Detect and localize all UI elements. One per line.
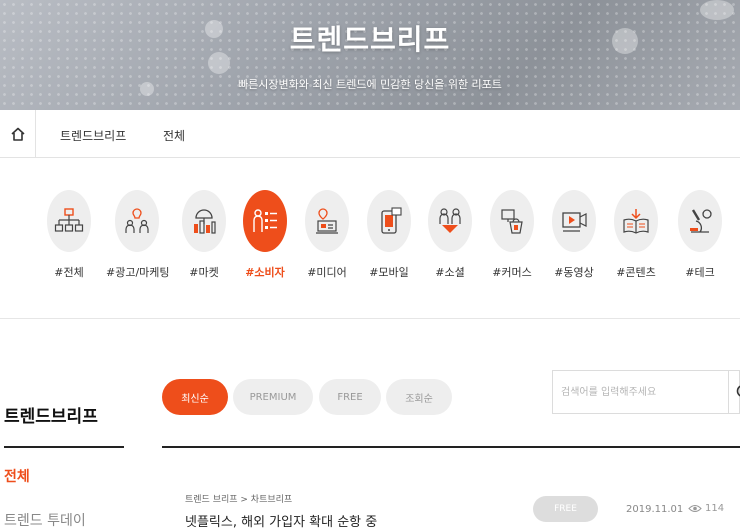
- category-label: #콘텐츠: [616, 266, 656, 279]
- social-icon: [439, 208, 461, 233]
- tab-latest[interactable]: 최신순: [162, 379, 228, 415]
- category-label: #마켓: [189, 266, 219, 279]
- org-chart-icon: [54, 208, 84, 232]
- commerce-icon: [501, 209, 523, 234]
- sidebar-item-trend-today[interactable]: 트렌드 투데이: [4, 510, 86, 530]
- marketing-people-icon: [125, 208, 149, 233]
- sidebar-divider: [4, 446, 124, 448]
- tab-free[interactable]: FREE: [319, 379, 381, 415]
- category-market[interactable]: #마켓: [173, 190, 235, 280]
- category-label: #모바일: [369, 266, 409, 279]
- sidebar-item-all[interactable]: 전체: [4, 466, 30, 486]
- view-count: 114: [688, 503, 724, 514]
- list-divider: [162, 446, 740, 448]
- consumer-icon: [253, 209, 277, 232]
- category-label: #광고/마케팅: [106, 266, 170, 279]
- category-mobile[interactable]: #모바일: [358, 190, 420, 280]
- page-subtitle: 빠른시장변화와 최신 트렌드에 민감한 당신을 위한 리포트: [238, 78, 502, 91]
- free-badge: FREE: [533, 496, 598, 522]
- content-book-icon: [623, 209, 649, 234]
- breadcrumb-item-all[interactable]: 전체: [163, 127, 185, 144]
- home-icon: [10, 127, 25, 141]
- tech-microscope-icon: [690, 209, 712, 233]
- category-content[interactable]: #콘텐츠: [605, 190, 667, 280]
- category-video[interactable]: #동영상: [543, 190, 605, 280]
- search-box: [552, 370, 740, 414]
- search-divider: [728, 371, 729, 413]
- category-consumer[interactable]: #소비자: [234, 190, 296, 280]
- category-commerce[interactable]: #커머스: [481, 190, 543, 280]
- category-all[interactable]: #전체: [38, 190, 100, 280]
- category-label: #동영상: [554, 266, 594, 279]
- tab-most-viewed[interactable]: 조회순: [386, 379, 452, 415]
- section-divider: [0, 318, 740, 319]
- page-title: 트렌드브리프: [289, 23, 451, 56]
- hero-decoration: [700, 0, 734, 20]
- sidebar-title: 트렌드브리프: [4, 407, 98, 427]
- category-tech[interactable]: #테크: [669, 190, 731, 280]
- market-umbrella-icon: [194, 209, 216, 234]
- breadcrumb: 트렌드브리프 전체: [0, 110, 740, 158]
- category-label: #테크: [685, 266, 715, 279]
- breadcrumb-item-trendbrief[interactable]: 트렌드브리프: [60, 127, 126, 144]
- eye-icon: [688, 505, 702, 512]
- category-label: #소비자: [245, 266, 285, 279]
- category-marketing[interactable]: #광고/마케팅: [106, 190, 170, 280]
- tab-premium[interactable]: PREMIUM: [233, 379, 313, 415]
- category-label: #전체: [54, 266, 84, 279]
- view-count-value: 114: [705, 503, 725, 514]
- category-social[interactable]: #소셜: [419, 190, 481, 280]
- media-icon: [316, 208, 338, 234]
- category-label: #커머스: [492, 266, 532, 279]
- search-input[interactable]: [553, 371, 729, 413]
- category-label: #미디어: [307, 266, 347, 279]
- hero-banner: 트렌드브리프 빠른시장변화와 최신 트렌드에 민감한 당신을 위한 리포트: [0, 0, 740, 110]
- search-icon[interactable]: [734, 384, 740, 400]
- mobile-icon: [381, 207, 402, 234]
- article-category: 트렌드 브리프 > 차트브리프: [185, 495, 293, 505]
- article-title[interactable]: 넷플릭스, 해외 가입자 확대 순항 중: [185, 511, 377, 530]
- category-nav: #전체 #광고/마케팅 #마켓 #소비자 #미디어 #모바일 #소셜 #커머스 …: [40, 190, 730, 290]
- video-icon: [562, 212, 587, 232]
- category-label: #소셜: [435, 266, 465, 279]
- category-media[interactable]: #미디어: [296, 190, 358, 280]
- article-date: 2019.11.01: [626, 504, 684, 515]
- home-button[interactable]: [0, 110, 36, 158]
